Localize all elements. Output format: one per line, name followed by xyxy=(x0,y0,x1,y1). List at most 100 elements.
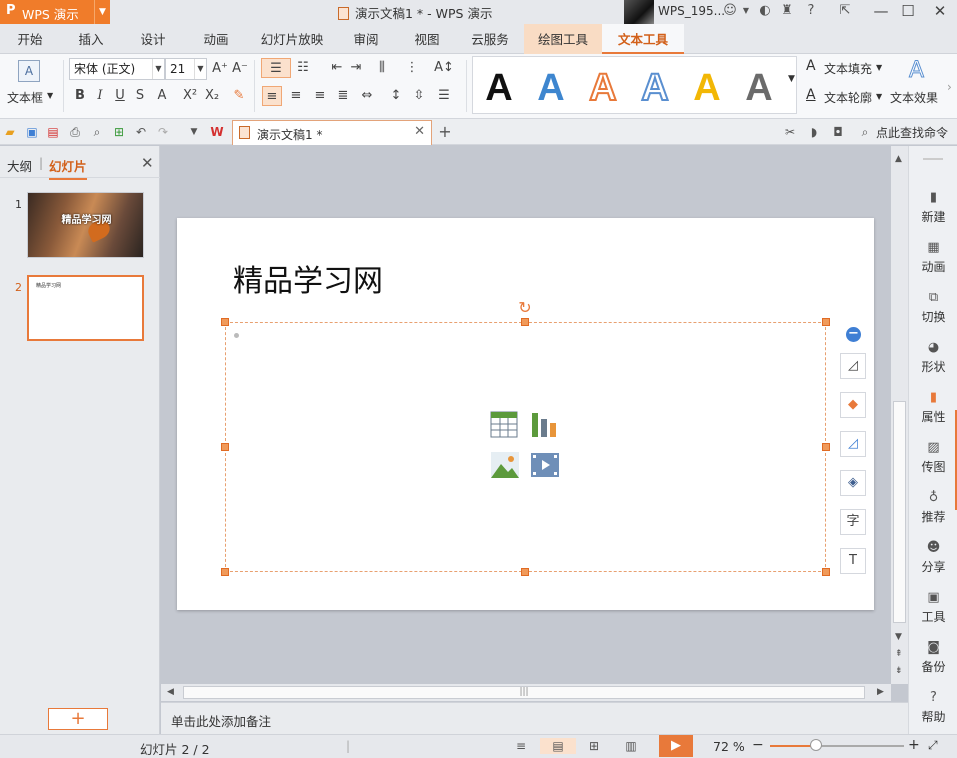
document-tab[interactable]: 演示文稿1 * ✕ xyxy=(232,120,432,145)
share-icon[interactable]: ◗ xyxy=(806,124,822,140)
scroll-down-icon[interactable]: ▼ xyxy=(895,632,902,642)
resize-handle[interactable] xyxy=(221,443,229,451)
text-effect-icon[interactable]: A xyxy=(908,58,924,84)
new-slide-icon[interactable]: ⊞ xyxy=(111,124,127,140)
previous-slide-icon[interactable]: ⇞ xyxy=(895,649,903,659)
layers-icon[interactable]: ◈ xyxy=(840,470,866,496)
paragraph-spacing-icon[interactable]: ↕ xyxy=(386,86,406,106)
italic-button[interactable]: I xyxy=(90,86,110,106)
new-tab-icon[interactable]: + xyxy=(437,124,453,140)
subscript-button[interactable]: X₂ xyxy=(202,86,222,106)
reading-view-icon[interactable]: ▥ xyxy=(622,738,640,754)
close-button[interactable]: ✕ xyxy=(925,0,955,24)
notes-toggle-icon[interactable]: ≡ xyxy=(512,738,530,754)
zoom-level[interactable]: 72 % xyxy=(713,739,745,754)
chevron-down-icon[interactable]: ▼ xyxy=(152,59,164,79)
fit-window-icon[interactable]: ⤢ xyxy=(928,738,938,753)
justify-icon[interactable]: ≣ xyxy=(333,86,353,106)
text-style-orange-outline[interactable]: A xyxy=(579,63,627,113)
insert-table-icon[interactable] xyxy=(490,411,520,439)
rotate-handle-icon[interactable]: ↻ xyxy=(517,300,533,316)
tab-cloud[interactable]: 云服务 xyxy=(458,24,522,54)
superscript-button[interactable]: X² xyxy=(180,86,200,106)
sidebar-item-backup[interactable]: ◙ 备份 xyxy=(909,634,957,680)
resize-handle[interactable] xyxy=(822,443,830,451)
customize-qat-icon[interactable]: ▼ xyxy=(186,124,202,140)
sidebar-item-animation[interactable]: ▦ 动画 xyxy=(909,234,957,280)
tab-insert[interactable]: 插入 xyxy=(60,24,122,54)
maximize-button[interactable]: ☐ xyxy=(893,0,923,24)
increase-indent-icon[interactable]: ⇥ xyxy=(346,58,366,78)
tab-view[interactable]: 视图 xyxy=(396,24,458,54)
indent-spacing-icon[interactable]: ⇳ xyxy=(409,86,429,106)
tab-home[interactable]: 开始 xyxy=(0,24,60,54)
align-right-icon[interactable]: ≡ xyxy=(310,86,330,106)
slide[interactable]: 精品学习网 ↻ xyxy=(177,218,874,610)
resize-handle[interactable] xyxy=(221,568,229,576)
restore-mode-icon[interactable]: ⇱ xyxy=(837,3,853,19)
wps-home-icon[interactable]: W xyxy=(209,124,225,140)
text-direction-icon[interactable]: ⋮ xyxy=(402,58,422,78)
scroll-up-icon[interactable]: ▲ xyxy=(895,154,902,164)
close-icon[interactable]: ✕ xyxy=(141,154,154,172)
shirt-icon[interactable]: ♜ xyxy=(779,3,795,19)
scroll-right-icon[interactable]: ▶ xyxy=(877,687,884,697)
minimize-button[interactable]: — xyxy=(866,0,896,24)
tab-text-tools[interactable]: 文本工具 xyxy=(602,24,684,54)
font-size-select[interactable]: 21 ▼ xyxy=(165,58,207,80)
text-style-gray[interactable]: A xyxy=(735,63,783,113)
close-tab-icon[interactable]: ✕ xyxy=(414,124,425,139)
scrollbar-thumb[interactable] xyxy=(893,401,906,623)
scroll-left-icon[interactable]: ◀ xyxy=(167,687,174,697)
next-slide-icon[interactable]: ⇟ xyxy=(895,666,903,676)
text-style-blue[interactable]: A xyxy=(527,63,575,113)
columns-icon[interactable]: ⫼ xyxy=(372,58,392,78)
vertical-scrollbar[interactable]: ▲ ▼ ⇞ ⇟ xyxy=(891,146,908,684)
bold-button[interactable]: B xyxy=(70,86,90,106)
resize-handle[interactable] xyxy=(221,318,229,326)
textbox-button[interactable]: 文本框 xyxy=(7,89,43,106)
slide-thumbnail-selected[interactable]: 精品学习网 xyxy=(27,275,144,341)
insert-chart-icon[interactable] xyxy=(530,411,560,439)
shape-style-icon[interactable]: ◿ xyxy=(840,353,866,379)
bullet-list-icon[interactable]: ☰ xyxy=(261,58,291,78)
outline-icon[interactable]: ◿ xyxy=(840,431,866,457)
insert-picture-icon[interactable] xyxy=(490,451,520,479)
chevron-down-icon[interactable]: ▼ xyxy=(194,59,206,79)
sidebar-item-tools[interactable]: ▣ 工具 xyxy=(909,584,957,630)
username[interactable]: WPS_195... xyxy=(658,4,725,18)
open-folder-icon[interactable]: ▰ xyxy=(2,124,18,140)
help-icon[interactable]: ? xyxy=(803,3,819,19)
font-color-button[interactable]: A xyxy=(152,86,172,106)
search-icon[interactable]: ⌕ xyxy=(857,124,873,140)
document-tab-label[interactable]: 演示文稿1 * xyxy=(257,126,322,143)
strikethrough-button[interactable]: S xyxy=(130,86,150,106)
align-center-icon[interactable]: ≡ xyxy=(286,86,306,106)
chevron-down-icon[interactable]: ▼ xyxy=(738,3,754,19)
text-style-blue-outline[interactable]: A xyxy=(631,63,679,113)
tab-design[interactable]: 设计 xyxy=(122,24,184,54)
resize-handle[interactable] xyxy=(521,568,529,576)
print-preview-icon[interactable]: ⌕ xyxy=(89,124,105,140)
font-name-select[interactable]: 宋体 (正文) ▼ xyxy=(69,58,165,80)
line-spacing-icon[interactable]: A↕ xyxy=(434,58,454,78)
save-icon[interactable]: ▣ xyxy=(24,124,40,140)
decrease-indent-icon[interactable]: ⇤ xyxy=(327,58,347,78)
gallery-scroll-icon[interactable]: ▼ xyxy=(788,74,795,84)
sidebar-item-properties[interactable]: ▮ 属性 xyxy=(909,384,957,430)
app-menu-button[interactable]: P WPS 演示 ▼ xyxy=(0,0,110,24)
paragraph-settings-icon[interactable]: ☰ xyxy=(434,86,454,106)
review-icon[interactable]: ◘ xyxy=(830,124,846,140)
redo-icon[interactable]: ↷ xyxy=(155,124,171,140)
zoom-out-icon[interactable]: − xyxy=(752,737,764,753)
clear-format-icon[interactable]: ✎ xyxy=(229,86,249,106)
slide-thumbnail[interactable]: 精品学习网 xyxy=(27,192,144,258)
resize-handle[interactable] xyxy=(521,318,529,326)
tab-review[interactable]: 审阅 xyxy=(336,24,396,54)
fill-icon[interactable]: ◆ xyxy=(840,392,866,418)
tab-slideshow[interactable]: 幻灯片放映 xyxy=(248,24,336,54)
sidebar-item-upload-image[interactable]: ▨ 传图 xyxy=(909,434,957,480)
text-outline-icon[interactable]: A xyxy=(806,87,816,103)
text-fill-button[interactable]: 文本填充 xyxy=(824,60,872,77)
sidebar-item-new[interactable]: ▮ 新建 xyxy=(909,184,957,230)
